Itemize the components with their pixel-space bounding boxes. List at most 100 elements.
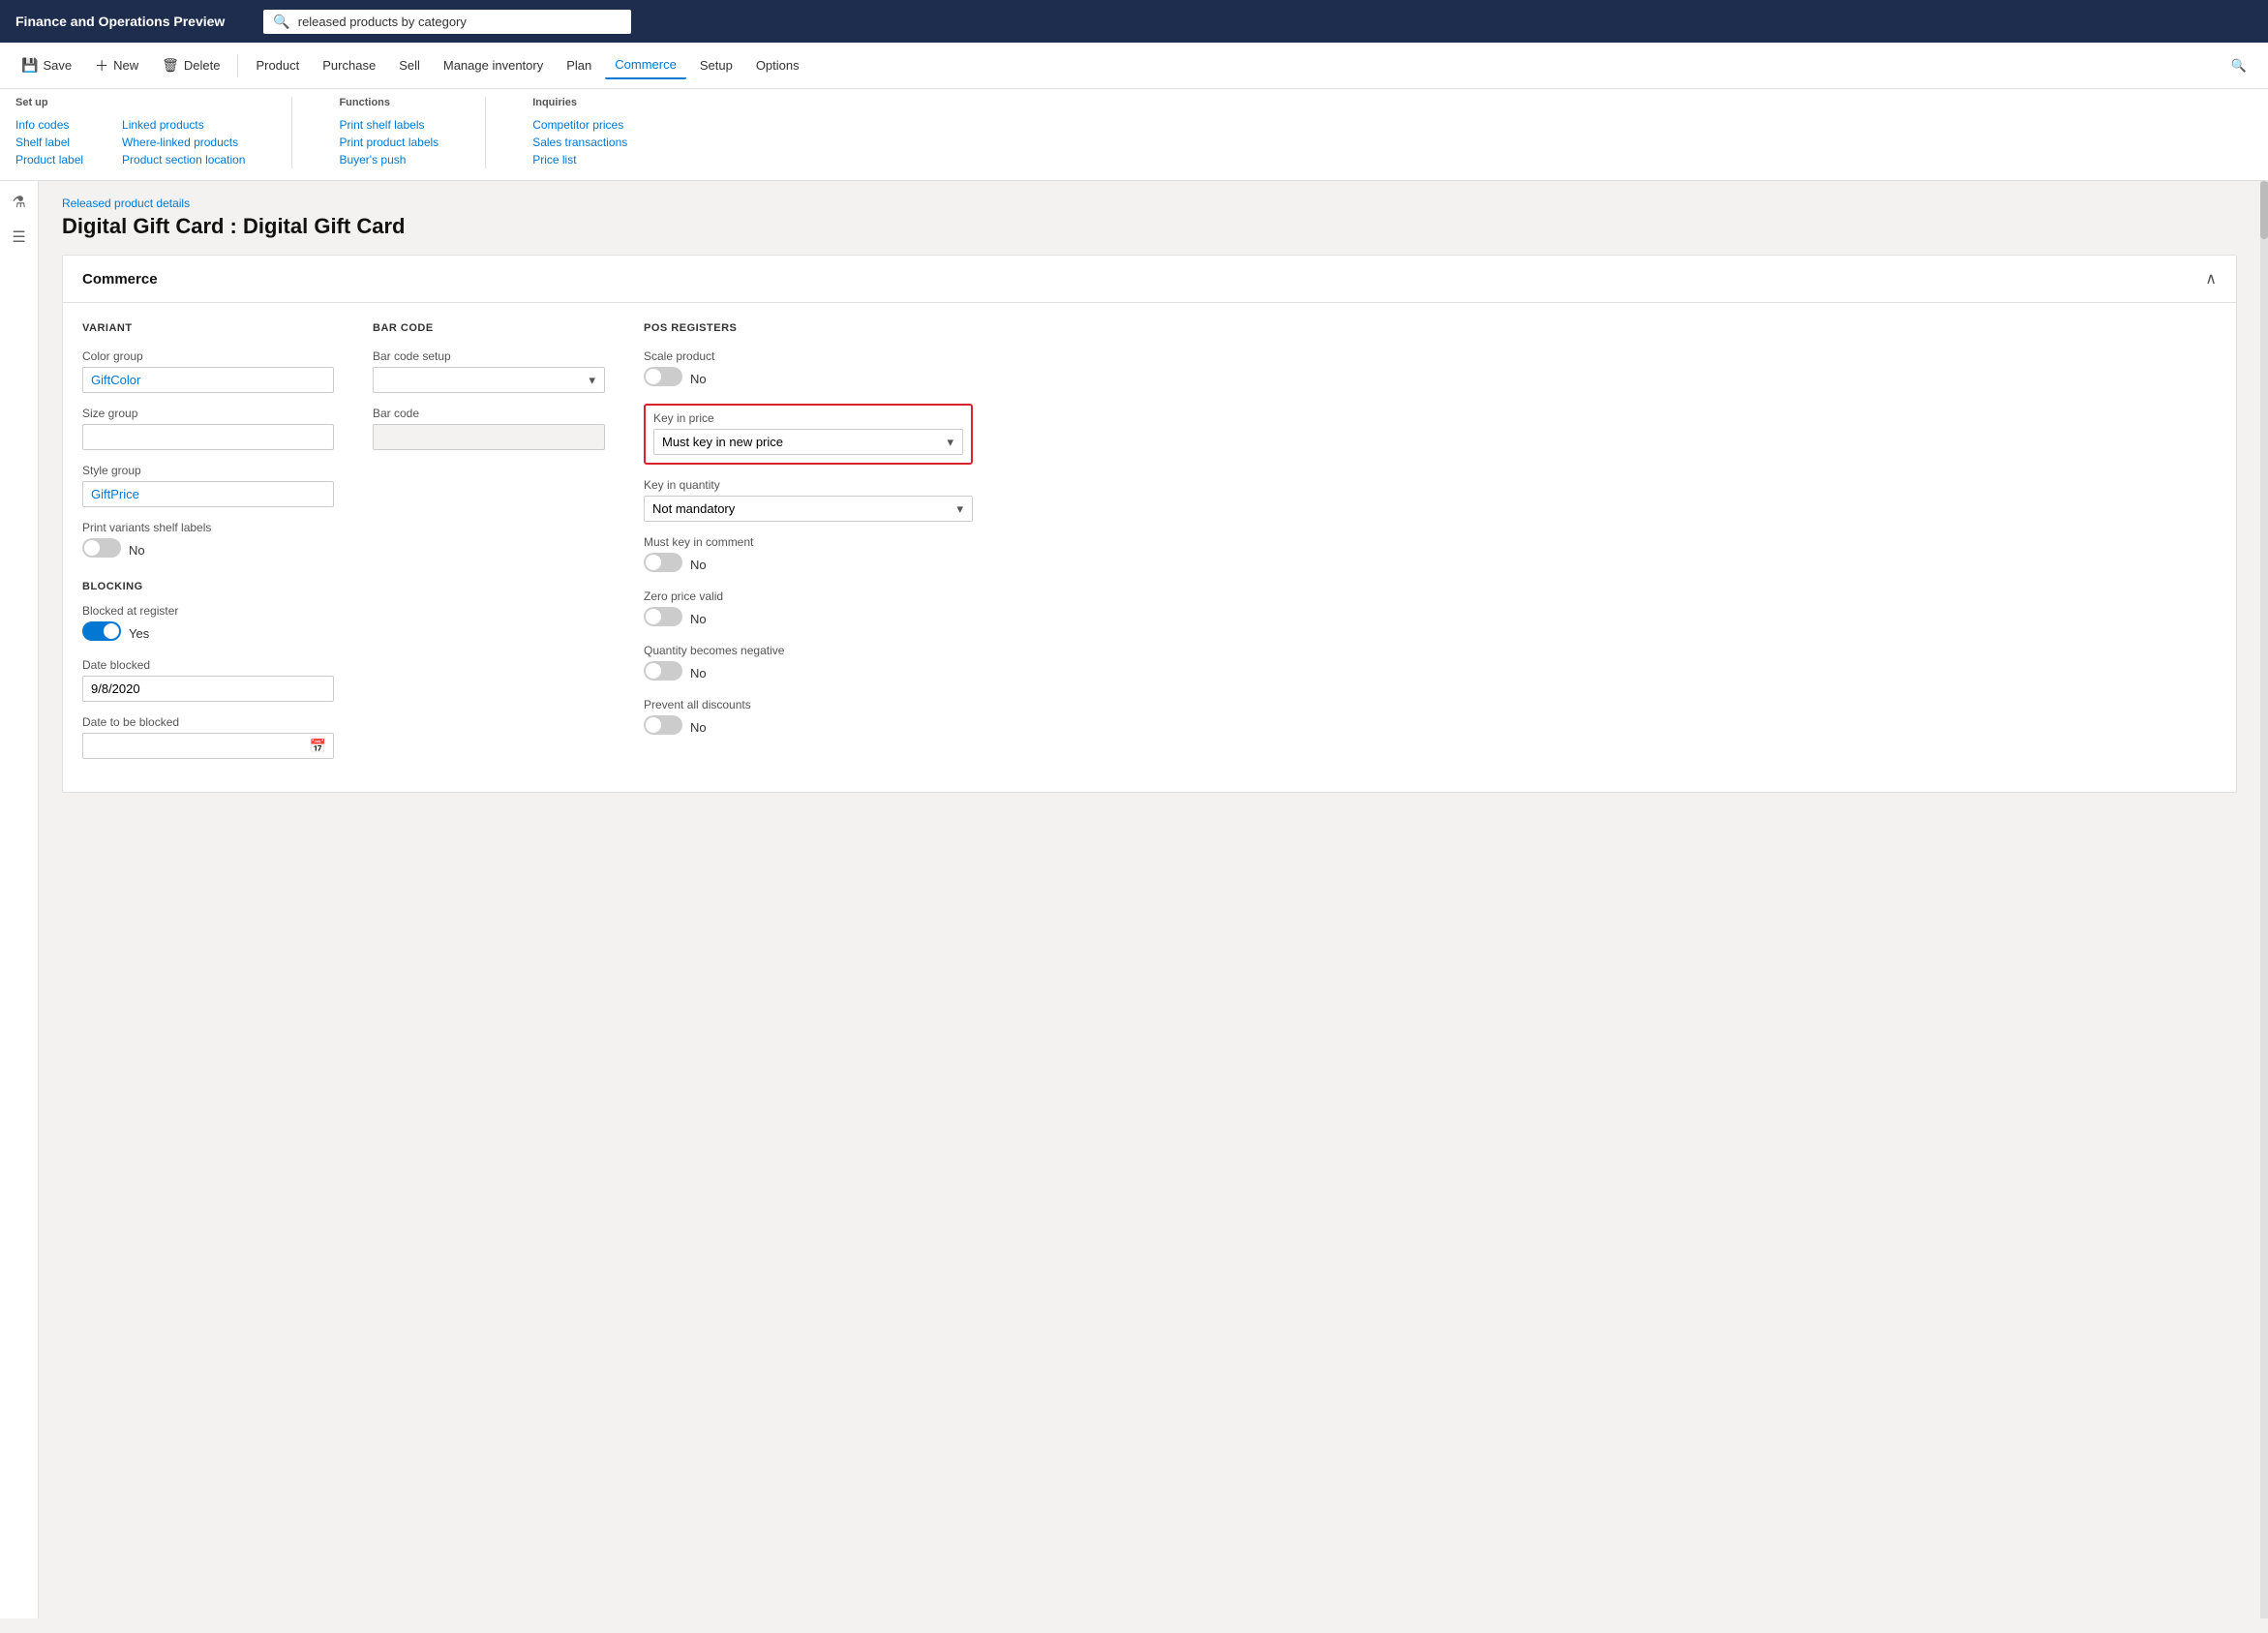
barcode-input[interactable] [373,424,605,450]
must-key-comment-toggle[interactable] [644,553,682,572]
blocked-at-register-label: Blocked at register [82,604,334,618]
search-button[interactable]: 🔍 [2222,52,2256,79]
zero-price-valid-text: No [690,612,707,626]
key-in-price-group: Key in price Not mandatory Must key in n… [644,404,973,465]
barcode-setup-label: Bar code setup [373,349,605,363]
zero-price-valid-toggle[interactable] [644,607,682,626]
print-variants-field: Print variants shelf labels No [82,521,334,561]
key-in-quantity-select-wrapper: Not mandatory Must key in quantity [644,496,973,522]
size-group-input[interactable] [82,424,334,450]
prevent-discounts-toggle[interactable] [644,715,682,735]
must-key-comment-label: Must key in comment [644,535,973,549]
commerce-section: Commerce ∧ VARIANT Color group Size grou… [62,255,2237,793]
sales-transactions-link[interactable]: Sales transactions [532,134,627,151]
product-section-location-link[interactable]: Product section location [122,151,245,168]
linked-section: Linked products Where-linked products Pr… [122,97,245,168]
barcode-setup-select[interactable] [373,367,605,393]
style-group-field: Style group [82,464,334,507]
delete-button[interactable]: 🗑 Delete [152,51,229,79]
blocked-at-register-field: Blocked at register Yes [82,604,334,645]
date-to-be-blocked-field: Date to be blocked 📅 [82,715,334,759]
sell-button[interactable]: Sell [389,52,430,78]
functions-heading: Functions [339,97,438,108]
barcode-field: Bar code [373,407,605,450]
blocking-section: BLOCKING Blocked at register Yes [82,581,334,759]
setup-section: Set up Info codes Shelf label Product la… [15,97,83,168]
info-codes-link[interactable]: Info codes [15,116,83,134]
size-group-label: Size group [82,407,334,420]
product-button[interactable]: Product [246,52,309,78]
blocking-heading: BLOCKING [82,581,334,592]
scale-product-toggle[interactable] [644,367,682,386]
color-group-field: Color group [82,349,334,393]
save-button[interactable]: 💾 Save [12,51,81,79]
variant-column: VARIANT Color group Size group Style gro… [82,322,334,772]
commerce-button[interactable]: Commerce [605,51,686,79]
plus-icon: ＋ [95,56,108,76]
quantity-negative-field: Quantity becomes negative No [644,644,973,684]
prevent-discounts-toggle-row: No [644,715,973,739]
save-icon: 💾 [21,57,38,74]
variant-heading: VARIANT [82,322,334,334]
scrollbar[interactable] [2260,181,2268,1618]
global-search[interactable]: 🔍 [263,10,631,34]
quantity-negative-toggle[interactable] [644,661,682,680]
date-to-be-blocked-input[interactable] [82,733,334,759]
options-button[interactable]: Options [746,52,809,78]
print-variants-text: No [129,543,145,558]
filter-icon[interactable]: ⚗ [12,193,25,212]
style-group-label: Style group [82,464,334,477]
blocked-at-register-text: Yes [129,626,149,641]
price-list-link[interactable]: Price list [532,151,627,168]
purchase-button[interactable]: Purchase [313,52,385,78]
pos-heading: POS REGISTERS [644,322,973,334]
scrollbar-thumb[interactable] [2260,181,2268,239]
style-group-input[interactable] [82,481,334,507]
manage-inventory-button[interactable]: Manage inventory [434,52,553,78]
print-shelf-labels-link[interactable]: Print shelf labels [339,116,438,134]
blocked-at-register-toggle[interactable] [82,621,121,641]
quantity-negative-toggle-row: No [644,661,973,684]
functions-section: Functions Print shelf labels Print produ… [339,97,438,168]
key-in-quantity-label: Key in quantity [644,478,973,492]
collapse-icon[interactable]: ∧ [2205,269,2217,288]
plan-button[interactable]: Plan [557,52,601,78]
scale-product-field: Scale product No [644,349,973,390]
linked-products-link[interactable]: Linked products [122,116,245,134]
color-group-input[interactable] [82,367,334,393]
print-variants-toggle-row: No [82,538,334,561]
new-button[interactable]: ＋ New [85,50,148,81]
key-in-price-select[interactable]: Not mandatory Must key in new price Must… [653,429,963,455]
print-variants-toggle[interactable] [82,538,121,558]
prevent-discounts-text: No [690,720,707,735]
date-to-be-blocked-label: Date to be blocked [82,715,334,729]
calendar-icon[interactable]: 📅 [310,738,326,754]
product-label-link[interactable]: Product label [15,151,83,168]
zero-price-valid-toggle-row: No [644,607,973,630]
buyers-push-link[interactable]: Buyer's push [339,151,438,168]
menu-icon[interactable]: ☰ [12,227,25,247]
zero-price-valid-label: Zero price valid [644,590,973,603]
barcode-setup-select-wrapper [373,367,605,393]
print-product-labels-link[interactable]: Print product labels [339,134,438,151]
scale-product-toggle-row: No [644,367,973,390]
date-blocked-field: Date blocked [82,658,334,702]
scale-product-text: No [690,372,707,386]
prevent-discounts-label: Prevent all discounts [644,698,973,711]
competitor-prices-link[interactable]: Competitor prices [532,116,627,134]
where-linked-products-link[interactable]: Where-linked products [122,134,245,151]
divider-2 [485,97,486,168]
key-in-quantity-select[interactable]: Not mandatory Must key in quantity [644,496,973,522]
setup-button[interactable]: Setup [690,52,742,78]
search-icon: 🔍 [273,14,289,30]
setup-heading: Set up [15,97,83,108]
barcode-heading: BAR CODE [373,322,605,334]
quantity-negative-text: No [690,666,707,680]
breadcrumb[interactable]: Released product details [62,197,2237,210]
search-input[interactable] [298,15,622,29]
must-key-comment-field: Must key in comment No [644,535,973,576]
date-blocked-input[interactable] [82,676,334,702]
shelf-label-link[interactable]: Shelf label [15,134,83,151]
key-in-price-label: Key in price [653,411,963,425]
divider-1 [291,97,292,168]
